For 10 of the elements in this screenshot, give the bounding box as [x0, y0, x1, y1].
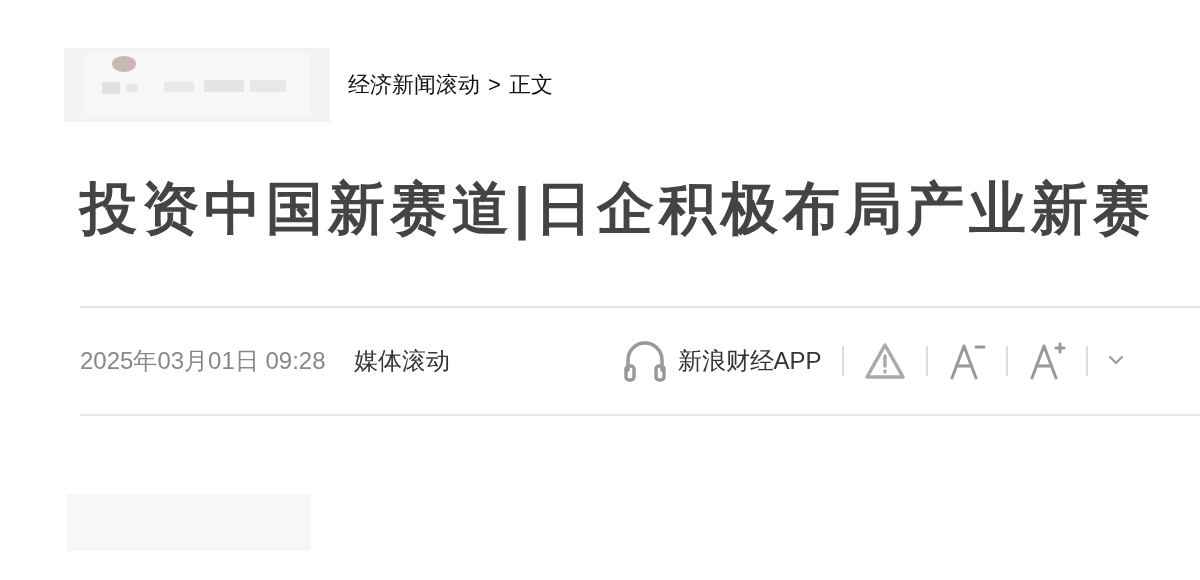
breadcrumb-link[interactable]: 经济新闻滚动: [348, 70, 480, 100]
breadcrumb-separator: >: [488, 72, 501, 98]
headphones-icon: [621, 340, 668, 382]
publish-date: 2025年03月01日 09:28: [80, 346, 326, 376]
chevron-icon[interactable]: [1107, 355, 1124, 367]
article-source: 媒体滚动: [353, 346, 450, 376]
app-link[interactable]: 新浪财经APP: [677, 345, 822, 377]
breadcrumb-link[interactable]: 正文: [508, 70, 553, 100]
article-title: 投资中国新赛道|日企积极布局产业新赛: [80, 175, 1156, 243]
warning-icon[interactable]: [863, 342, 906, 380]
